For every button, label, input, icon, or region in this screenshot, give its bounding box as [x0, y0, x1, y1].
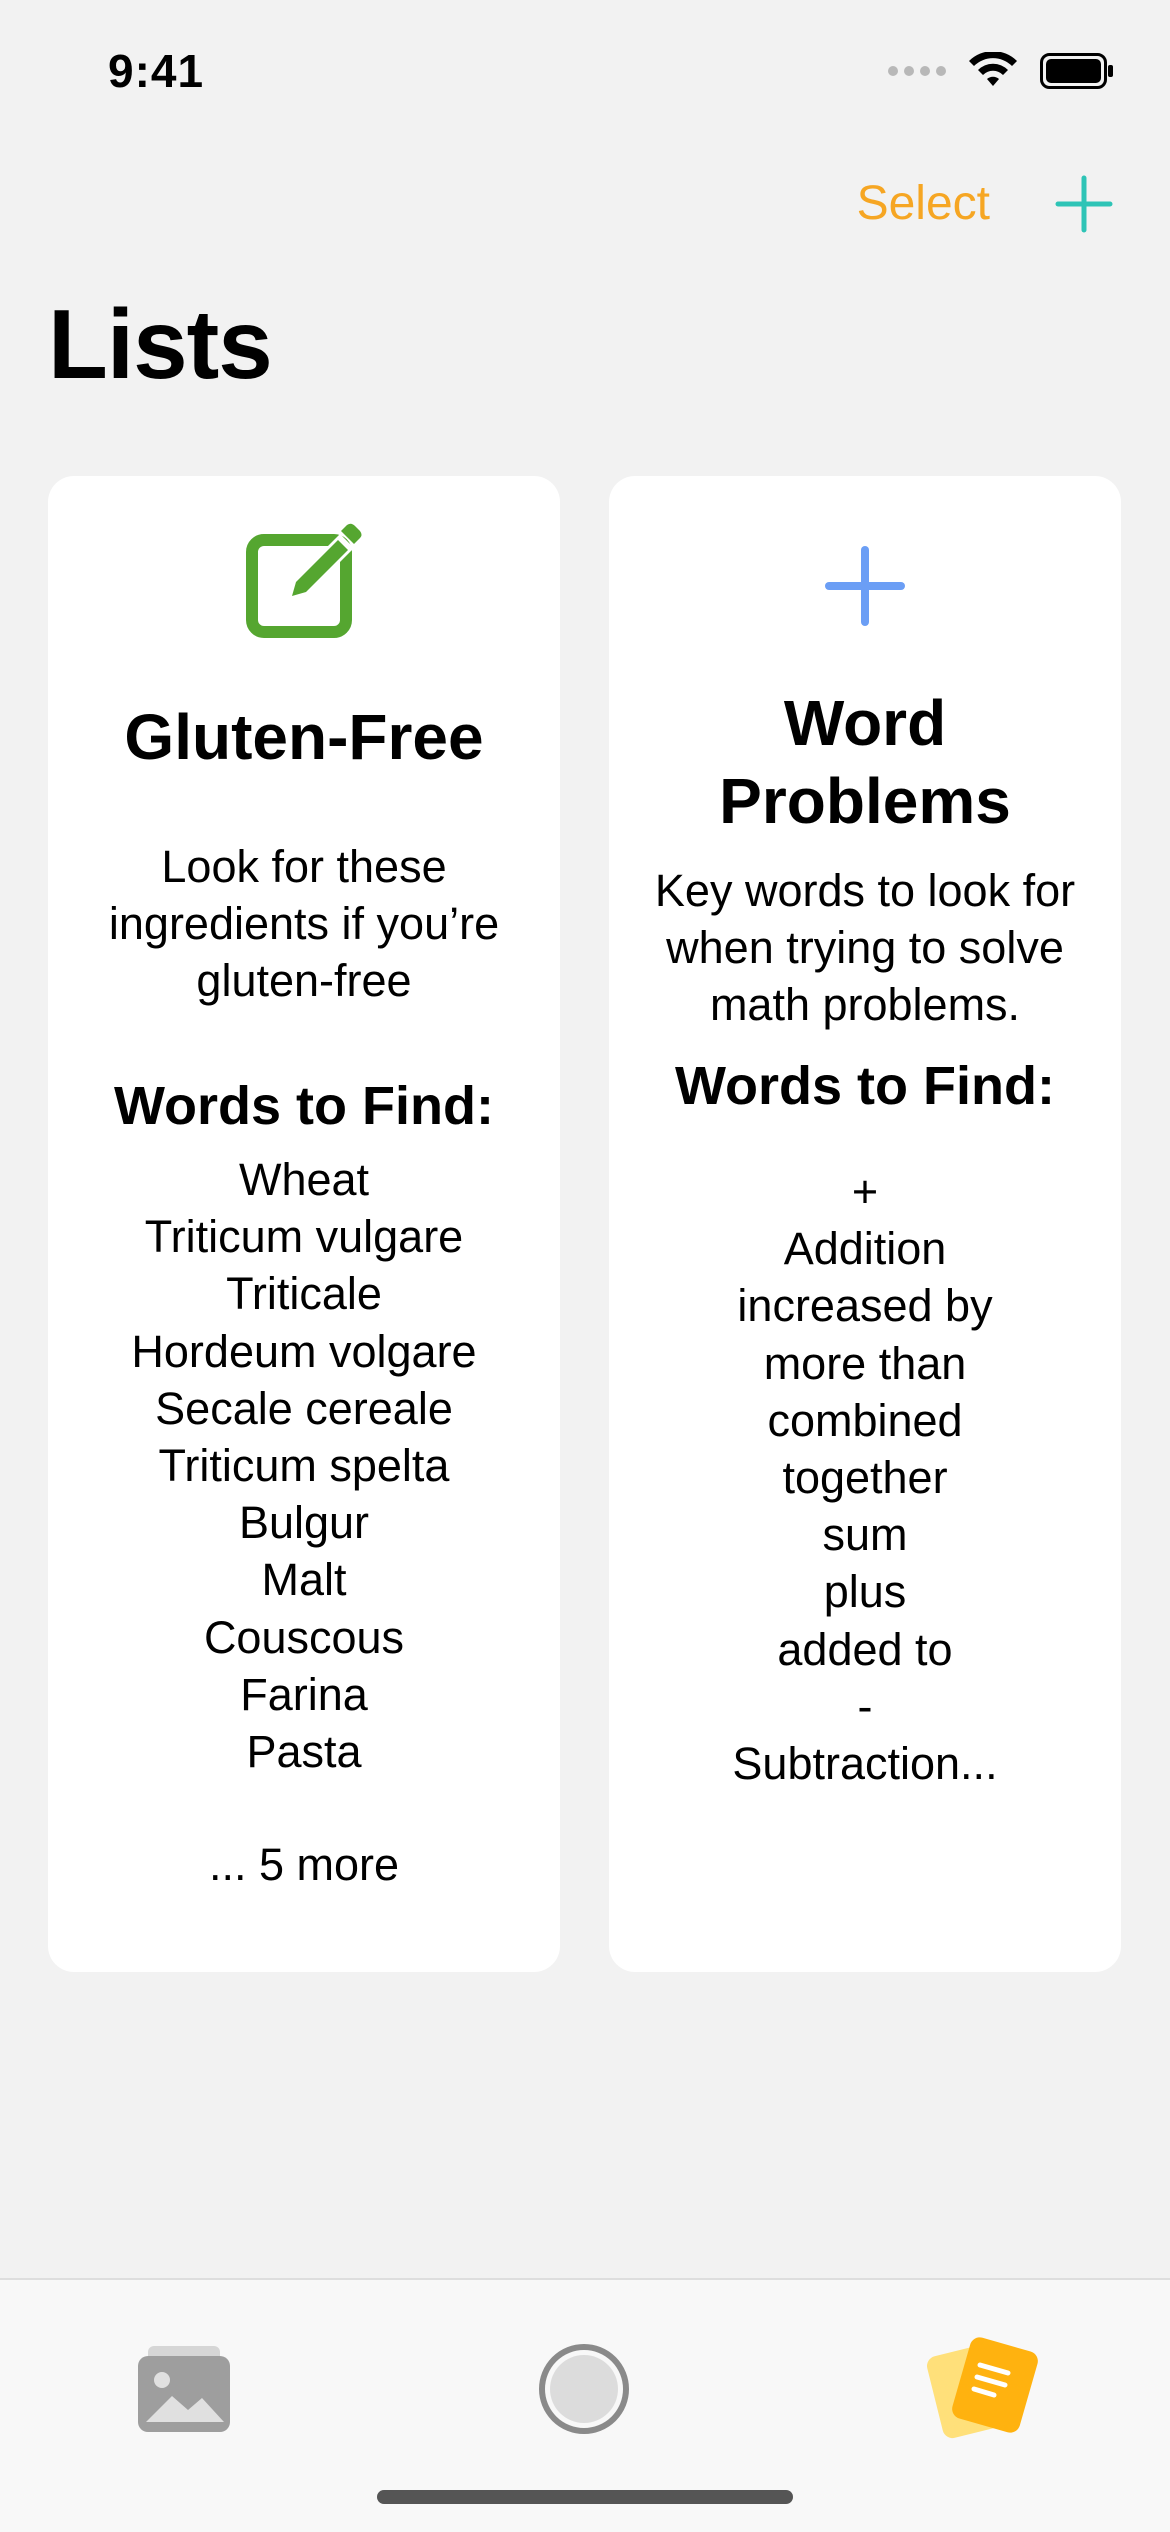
status-time: 9:41 [108, 45, 205, 97]
wifi-icon [969, 52, 1017, 86]
list-item: Triticum vulgare [144, 1211, 464, 1263]
list-item: + [851, 1166, 879, 1217]
card-title: Gluten-Free [124, 701, 484, 773]
card-title: Word Problems [719, 687, 1011, 837]
edit-icon[interactable] [244, 522, 364, 638]
words-list: Wheat Triticum vulgare Triticale Hordeum… [76, 1151, 532, 1780]
home-indicator [377, 2490, 793, 2504]
list-item: more than [763, 1337, 967, 1389]
list-item: Malt [261, 1554, 347, 1606]
add-list-button[interactable] [1052, 172, 1116, 236]
words-to-find-heading: Words to Find: [675, 1056, 1055, 1116]
list-item: combined [767, 1394, 963, 1446]
list-item: increased by [737, 1280, 993, 1332]
page-title: Lists [48, 289, 273, 399]
card-description: Look for these ingredients if you’re glu… [108, 841, 500, 1006]
list-item: Addition [783, 1223, 947, 1275]
navigation-bar: Select [0, 170, 1170, 250]
more-count: ... 5 more [208, 1839, 400, 1891]
list-item: Triticale [226, 1268, 382, 1320]
status-icons [888, 52, 1114, 90]
list-item: Secale cereale [155, 1382, 453, 1434]
words-to-find-heading: Words to Find: [114, 1076, 494, 1136]
words-list: + Addition increased by more than combin… [637, 1163, 1093, 1792]
tab-camera[interactable] [524, 2334, 644, 2444]
status-bar: 9:41 [0, 0, 1170, 140]
list-item: Farina [240, 1668, 368, 1720]
photo-icon [138, 2346, 230, 2432]
card-description: Key words to look for when trying to sol… [654, 865, 1076, 1030]
select-button[interactable]: Select [857, 176, 990, 231]
tab-photos[interactable] [124, 2334, 244, 2444]
plus-icon[interactable] [805, 522, 925, 638]
list-item: added to [777, 1623, 953, 1675]
tab-lists[interactable] [924, 2334, 1044, 2444]
list-item: Pasta [246, 1726, 362, 1778]
list-card-word-problems[interactable]: Word Problems Key words to look for when… [609, 476, 1121, 1972]
list-item: Bulgur [238, 1497, 370, 1549]
list-item: plus [823, 1566, 907, 1618]
list-card-gluten-free[interactable]: Gluten-Free Look for these ingredients i… [48, 476, 560, 1972]
list-item: Couscous [203, 1611, 405, 1663]
list-item: - [857, 1680, 873, 1732]
list-item: sum [822, 1509, 908, 1561]
list-item: Subtraction... [732, 1738, 998, 1790]
battery-icon [1040, 53, 1113, 89]
shutter-icon [539, 2344, 629, 2434]
list-item: together [782, 1452, 948, 1504]
lists-icon [927, 2337, 1038, 2439]
list-item: Wheat [238, 1154, 370, 1205]
list-item: Hordeum volgare [131, 1325, 477, 1377]
list-item: Triticum spelta [158, 1440, 450, 1492]
cellular-signal-icon [888, 66, 946, 76]
